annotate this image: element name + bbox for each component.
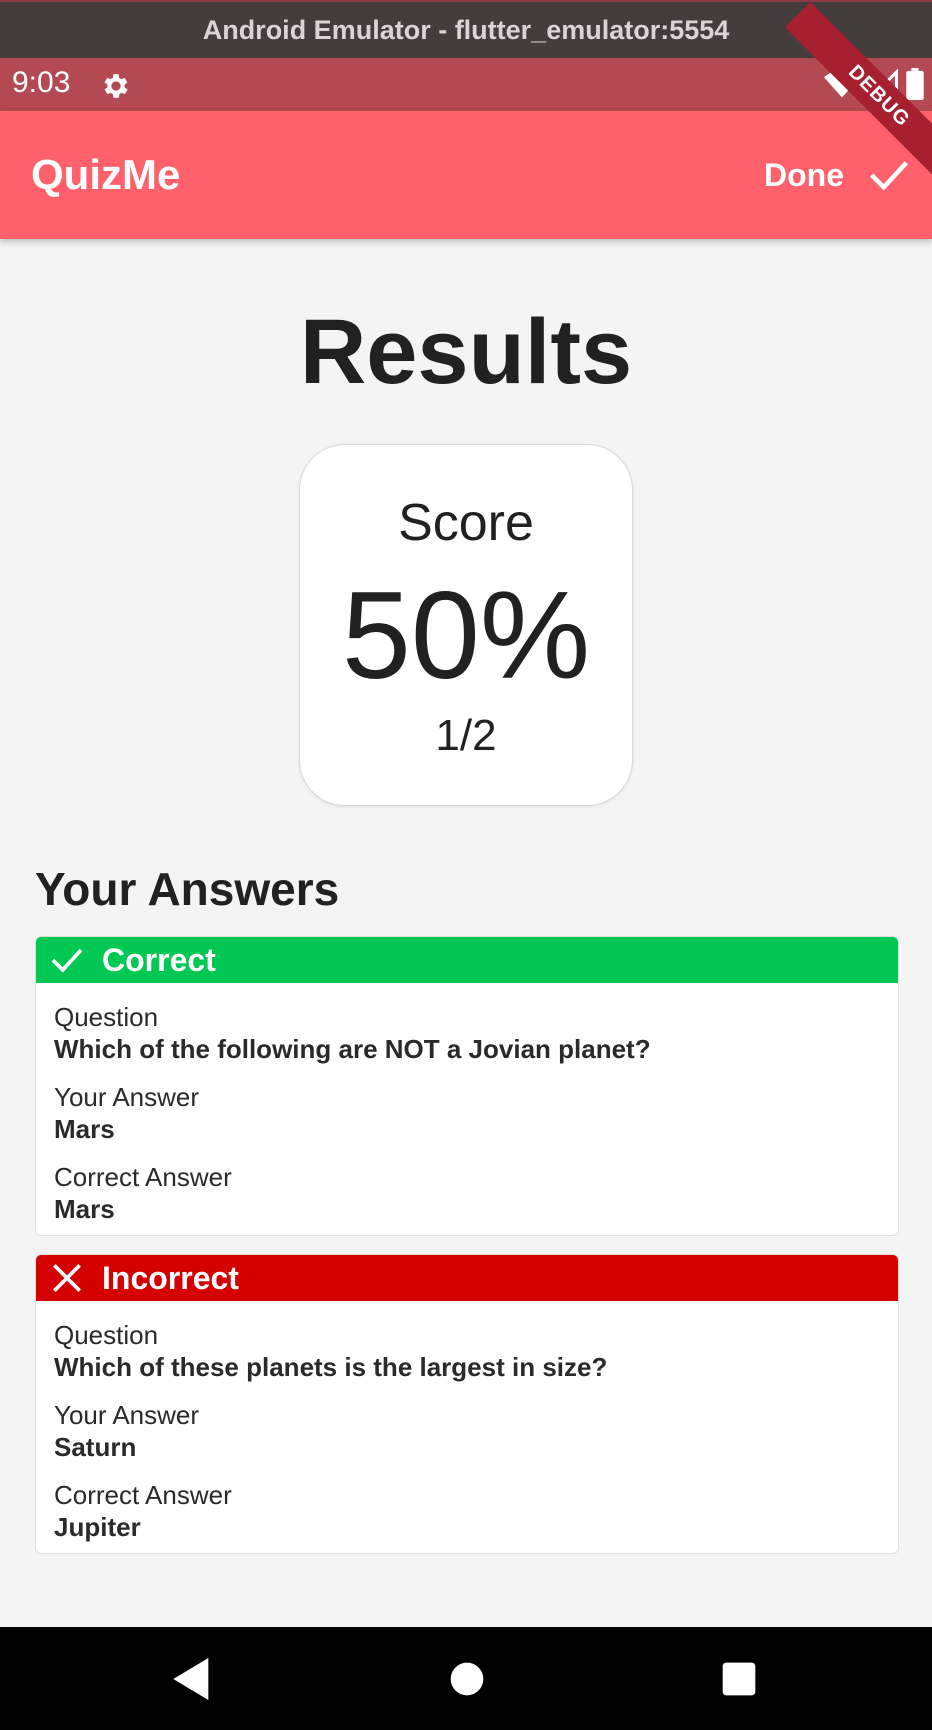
correct-answer-label: Correct Answer	[54, 1162, 232, 1192]
app-title: QuizMe	[31, 151, 181, 198]
correct-answer-value: Jupiter	[54, 1512, 141, 1542]
answer-status-header: Correct	[36, 937, 898, 983]
check-icon	[870, 161, 908, 191]
answer-card-body: Question Which of these planets is the l…	[36, 1301, 898, 1543]
battery-icon	[906, 68, 924, 100]
answer-card: Correct Question Which of the following …	[35, 936, 899, 1236]
check-icon	[51, 948, 83, 973]
answer-status-label: Correct	[102, 941, 216, 978]
close-icon	[53, 1264, 81, 1292]
correct-answer-value: Mars	[54, 1194, 115, 1224]
home-icon[interactable]	[439, 1651, 495, 1707]
answer-card-body: Question Which of the following are NOT …	[36, 983, 898, 1225]
your-answer-value: Saturn	[54, 1432, 137, 1462]
question-field: Question Which of the following are NOT …	[54, 1001, 880, 1065]
answer-card: Incorrect Question Which of these planet…	[35, 1254, 899, 1554]
question-label: Question	[54, 1002, 159, 1032]
navigation-bar	[0, 1627, 932, 1730]
done-button[interactable]: Done	[754, 137, 920, 213]
answer-status-header: Incorrect	[36, 1255, 898, 1301]
score-fraction: 1/2	[435, 711, 497, 760]
gear-icon	[104, 74, 128, 98]
correct-answer-label: Correct Answer	[54, 1480, 232, 1510]
score-label: Score	[398, 494, 534, 552]
your-answer-value: Mars	[54, 1114, 115, 1144]
correct-answer-field: Correct Answer Mars	[54, 1161, 880, 1225]
back-icon[interactable]	[164, 1651, 220, 1707]
answer-status-label: Incorrect	[102, 1259, 239, 1296]
recents-icon[interactable]	[711, 1651, 767, 1707]
status-bar: 9:03	[0, 58, 932, 111]
score-percent: 50%	[341, 567, 591, 705]
app-bar: QuizMe Done	[0, 111, 932, 239]
score-card: Score 50% 1/2	[299, 444, 633, 806]
window-title-text: Android Emulator - flutter_emulator:5554	[202, 14, 730, 45]
answers-heading: Your Answers	[35, 863, 340, 915]
question-text: Which of these planets is the largest in…	[54, 1352, 608, 1382]
question-text: Which of the following are NOT a Jovian …	[54, 1034, 651, 1064]
your-answer-label: Your Answer	[54, 1082, 200, 1112]
status-time: 9:03	[12, 66, 71, 99]
correct-answer-field: Correct Answer Jupiter	[54, 1479, 880, 1543]
question-label: Question	[54, 1320, 159, 1350]
question-field: Question Which of these planets is the l…	[54, 1319, 880, 1383]
your-answer-field: Your Answer Mars	[54, 1081, 880, 1145]
results-heading: Results	[299, 301, 633, 403]
your-answer-label: Your Answer	[54, 1400, 200, 1430]
your-answer-field: Your Answer Saturn	[54, 1399, 880, 1463]
done-label: Done	[764, 156, 844, 193]
